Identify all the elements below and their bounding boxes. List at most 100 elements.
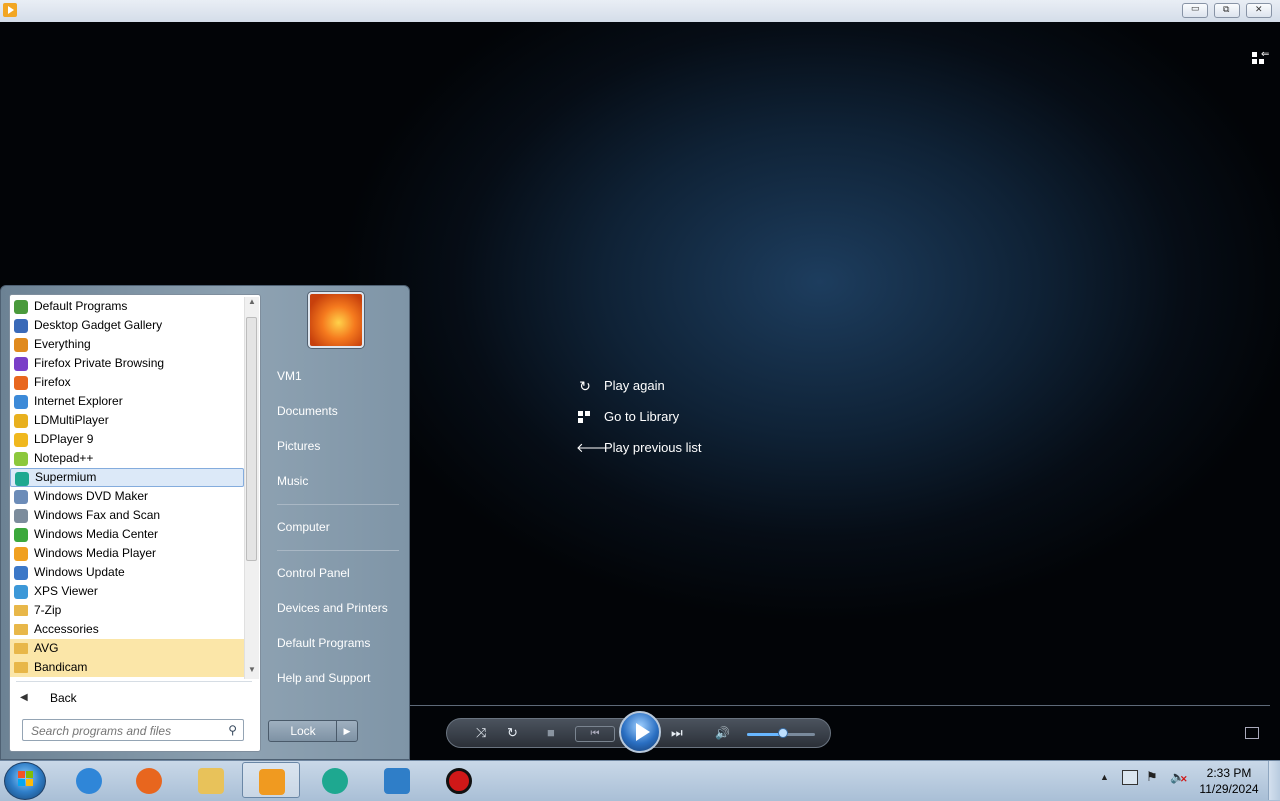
program-label: LDPlayer 9: [34, 432, 94, 446]
minimize-icon: ▭: [1191, 3, 1200, 13]
program-label: AVG: [34, 641, 59, 655]
program-folder[interactable]: 7-Zip: [10, 601, 244, 620]
program-item[interactable]: Notepad++: [10, 449, 244, 468]
program-label: Windows Media Center: [34, 527, 159, 541]
program-item[interactable]: LDMultiPlayer: [10, 411, 244, 430]
user-picture[interactable]: [308, 292, 364, 348]
restore-button[interactable]: ⧉: [1214, 3, 1240, 18]
video-app-icon: [384, 768, 410, 794]
program-icon: [14, 338, 28, 352]
show-hidden-icons-button[interactable]: ▲: [1100, 772, 1109, 782]
switch-to-library-button[interactable]: ⇐: [1252, 49, 1270, 68]
program-icon: [14, 357, 28, 371]
program-icon: [14, 319, 28, 333]
search-input[interactable]: [29, 721, 223, 741]
repeat-button[interactable]: ↻: [507, 726, 518, 740]
separator: [16, 681, 252, 682]
program-item[interactable]: Firefox: [10, 373, 244, 392]
taskbar-firefox-button[interactable]: [120, 762, 178, 798]
program-item[interactable]: Windows Media Center: [10, 525, 244, 544]
program-label: Accessories: [34, 622, 99, 636]
program-folder[interactable]: Bandicam: [10, 658, 244, 677]
program-folder[interactable]: AVG: [10, 639, 244, 658]
close-button[interactable]: ✕: [1246, 3, 1272, 18]
start-link[interactable]: Help and Support: [267, 666, 407, 701]
play-button[interactable]: [619, 711, 661, 753]
scrollbar-thumb[interactable]: [246, 317, 257, 561]
taskbar-internet-explorer-button[interactable]: [60, 762, 118, 798]
program-item[interactable]: Everything: [10, 335, 244, 354]
action-center-flag-icon[interactable]: ⚑: [1146, 769, 1158, 785]
program-item[interactable]: Supermium: [10, 468, 244, 487]
start-link[interactable]: Devices and Printers: [267, 596, 407, 631]
start-menu: Default Programs Desktop Gadget Gallery Ev…: [0, 285, 410, 760]
seek-bar[interactable]: [410, 705, 1270, 706]
program-label: Windows Media Player: [34, 546, 157, 560]
programs-scrollbar[interactable]: ▲ ▼: [244, 297, 259, 679]
program-item[interactable]: Internet Explorer: [10, 392, 244, 411]
previous-button[interactable]: ⏮: [575, 726, 615, 742]
program-folder[interactable]: Accessories: [10, 620, 244, 639]
library-icon: [576, 409, 594, 425]
start-link[interactable]: VM1: [267, 364, 407, 399]
program-label: Firefox: [34, 375, 71, 389]
show-desktop-button[interactable]: [1268, 761, 1280, 800]
program-label: LDMultiPlayer: [34, 413, 109, 427]
program-label: Everything: [34, 337, 91, 351]
program-label: Desktop Gadget Gallery: [34, 318, 163, 332]
program-item[interactable]: Firefox Private Browsing: [10, 354, 244, 373]
close-icon: ✕: [1255, 4, 1263, 14]
end-menu-item[interactable]: Go to Library: [576, 401, 702, 432]
program-label: Internet Explorer: [34, 394, 123, 408]
shuffle-button[interactable]: ⤨: [476, 726, 486, 740]
media-player-app-icon: [3, 3, 17, 17]
program-item[interactable]: Windows Update: [10, 563, 244, 582]
end-menu-label: Play previous list: [604, 440, 702, 455]
program-label: Default Programs: [34, 299, 128, 313]
taskbar-supermium-button[interactable]: [306, 762, 364, 798]
program-label: Firefox Private Browsing: [34, 356, 165, 370]
program-item[interactable]: Desktop Gadget Gallery: [10, 316, 244, 335]
switch-to-mini-player-button[interactable]: [1245, 727, 1259, 739]
program-item[interactable]: Windows Fax and Scan: [10, 506, 244, 525]
program-icon: [14, 528, 28, 542]
program-item[interactable]: LDPlayer 9: [10, 430, 244, 449]
mute-button[interactable]: 🔊: [715, 726, 730, 740]
firefox-icon: [136, 768, 162, 794]
playback-controls: ⤨ ↻ ■ ⏮ ⏭ 🔊: [446, 711, 831, 753]
program-icon: [14, 547, 28, 561]
start-link[interactable]: Default Programs: [267, 631, 407, 666]
program-item[interactable]: Windows Media Player: [10, 544, 244, 563]
program-item[interactable]: Windows DVD Maker: [10, 487, 244, 506]
program-label: Notepad++: [34, 451, 94, 465]
start-link[interactable]: Control Panel: [267, 561, 407, 596]
playback-end-menu: ↻ Play again Go to Library 🡐 Play previous l…: [576, 370, 702, 463]
stop-button[interactable]: ■: [547, 726, 555, 740]
program-icon: [14, 395, 28, 409]
network-icon[interactable]: [1122, 770, 1138, 785]
back-button[interactable]: ◀ Back: [10, 687, 260, 709]
taskbar-file-explorer-button[interactable]: [182, 762, 240, 798]
volume-knob[interactable]: [778, 728, 788, 738]
program-icon: [15, 472, 29, 486]
program-item[interactable]: Default Programs: [10, 297, 244, 316]
minimize-button[interactable]: ▭: [1182, 3, 1208, 18]
start-link[interactable]: Pictures: [267, 434, 407, 469]
start-link[interactable]: Music: [267, 469, 407, 504]
folder-icon: [14, 662, 28, 673]
start-link[interactable]: Documents: [267, 399, 407, 434]
clock[interactable]: 2:33 PM 11/29/2024: [1196, 765, 1262, 797]
start-link[interactable]: Computer: [267, 515, 407, 550]
lock-options-arrow-icon[interactable]: ▶: [336, 721, 357, 741]
taskbar-video-app-button[interactable]: [368, 762, 426, 798]
end-menu-item[interactable]: ↻ Play again: [576, 370, 702, 401]
program-item[interactable]: XPS Viewer: [10, 582, 244, 601]
lock-button[interactable]: Lock ▶: [268, 720, 358, 742]
start-button[interactable]: [4, 762, 46, 800]
taskbar-bandicam-button[interactable]: [430, 762, 488, 798]
search-box[interactable]: ⚲: [22, 719, 244, 741]
next-button[interactable]: ⏭: [671, 726, 683, 740]
program-label: Windows Update: [34, 565, 125, 579]
taskbar-windows-media-player-button[interactable]: [242, 762, 300, 798]
end-menu-item[interactable]: 🡐 Play previous list: [576, 432, 702, 463]
